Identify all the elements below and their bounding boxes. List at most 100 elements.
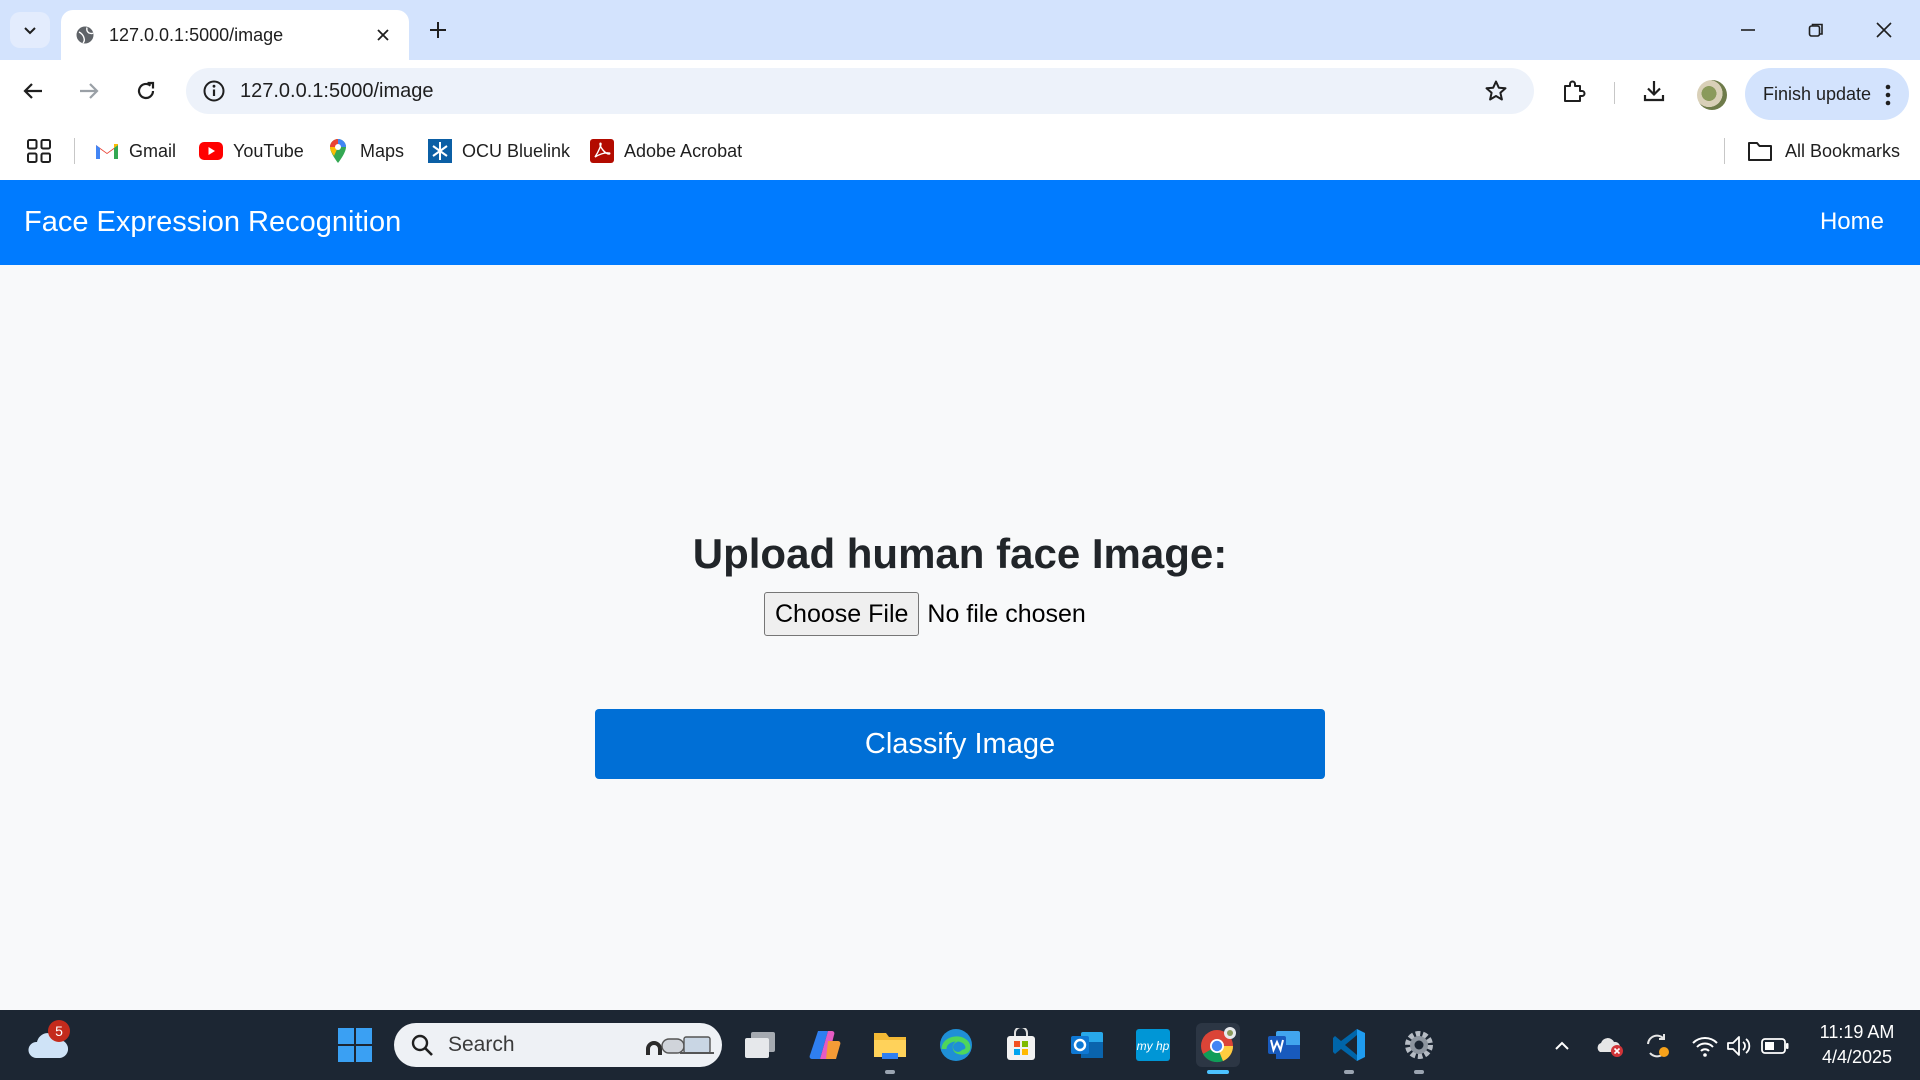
close-window-button[interactable] xyxy=(1854,10,1914,50)
battery-icon xyxy=(1761,1038,1789,1054)
close-icon xyxy=(377,29,389,41)
taskbar-myhp[interactable]: my hp xyxy=(1131,1023,1175,1067)
outlook-icon xyxy=(1071,1032,1103,1058)
url-text[interactable]: 127.0.0.1:5000/image xyxy=(240,80,1476,103)
word-icon xyxy=(1268,1031,1300,1059)
store-icon xyxy=(1007,1028,1035,1060)
bookmark-youtube[interactable]: YouTube xyxy=(199,136,304,166)
minimize-button[interactable] xyxy=(1718,10,1778,50)
volume-tray[interactable] xyxy=(1725,1032,1753,1060)
svg-text:my hp: my hp xyxy=(1137,1039,1170,1053)
forward-button[interactable] xyxy=(70,72,108,110)
classify-image-button[interactable]: Classify Image xyxy=(595,709,1325,779)
weather-badge: 5 xyxy=(48,1020,70,1042)
bookmarks-divider xyxy=(1724,138,1725,164)
file-input[interactable]: Choose File No file chosen xyxy=(764,592,1086,636)
adobe-acrobat-icon xyxy=(590,139,614,163)
taskbar-settings[interactable] xyxy=(1397,1023,1441,1074)
restore-icon xyxy=(1808,23,1823,37)
onedrive-error-icon xyxy=(1597,1038,1623,1057)
wifi-tray[interactable] xyxy=(1691,1032,1719,1060)
system-clock[interactable]: 11:19 AM 4/4/2025 xyxy=(1802,1020,1912,1070)
start-button[interactable] xyxy=(333,1023,377,1067)
taskbar-search[interactable]: Search xyxy=(394,1023,722,1067)
all-bookmarks-button[interactable]: All Bookmarks xyxy=(1747,136,1900,166)
finish-update-button[interactable]: Finish update xyxy=(1745,68,1909,120)
tab-title: 127.0.0.1:5000/image xyxy=(109,24,284,45)
ocu-bluelink-icon xyxy=(428,139,452,163)
bookmark-star-button[interactable] xyxy=(1476,71,1516,111)
restore-button[interactable] xyxy=(1786,10,1846,50)
bookmark-gmail[interactable]: Gmail xyxy=(95,136,176,166)
arrow-right-icon xyxy=(80,83,99,99)
tab-search-button[interactable] xyxy=(10,12,50,48)
myhp-icon: my hp xyxy=(1136,1029,1170,1061)
running-indicator xyxy=(1414,1070,1424,1074)
back-button[interactable] xyxy=(14,72,52,110)
puzzle-icon xyxy=(1564,80,1586,102)
chevron-down-icon xyxy=(24,27,36,35)
task-view-icon xyxy=(745,1032,775,1058)
downloads-button[interactable] xyxy=(1637,74,1671,108)
search-placeholder: Search xyxy=(448,1033,515,1056)
page-content: Face Expression Recognition Home Upload … xyxy=(0,180,1920,1010)
tab-close-button[interactable] xyxy=(371,23,395,47)
running-indicator xyxy=(1344,1070,1354,1074)
battery-tray[interactable] xyxy=(1761,1032,1789,1060)
search-icon xyxy=(411,1034,433,1056)
extensions-button[interactable] xyxy=(1557,74,1591,108)
bookmark-ocu-bluelink[interactable]: OCU Bluelink xyxy=(428,136,570,166)
chrome-icon xyxy=(1201,1027,1236,1063)
all-bookmarks-label: All Bookmarks xyxy=(1785,140,1901,161)
windows-taskbar: 5 Search my hp 11:19 AM 4/4/2025 xyxy=(0,1010,1920,1080)
bookmark-adobe-acrobat[interactable]: Adobe Acrobat xyxy=(590,136,742,166)
nav-link-home[interactable]: Home xyxy=(1820,208,1884,236)
onedrive-tray[interactable] xyxy=(1596,1032,1624,1060)
search-highlight-icon xyxy=(646,1036,714,1055)
taskbar-copilot[interactable] xyxy=(803,1023,847,1067)
profile-avatar[interactable] xyxy=(1697,80,1727,110)
tab-strip: 127.0.0.1:5000/image xyxy=(0,0,1920,60)
browser-tab[interactable]: 127.0.0.1:5000/image xyxy=(61,10,409,60)
star-icon xyxy=(1485,80,1507,101)
address-bar[interactable]: 127.0.0.1:5000/image xyxy=(186,68,1534,114)
new-tab-button[interactable] xyxy=(422,14,454,46)
toolbar-divider xyxy=(1614,82,1615,104)
apps-grid-icon[interactable] xyxy=(26,138,52,164)
bookmark-label: OCU Bluelink xyxy=(462,140,571,161)
more-vert-icon xyxy=(1885,84,1891,106)
sync-icon xyxy=(1647,1034,1669,1058)
taskbar-store[interactable] xyxy=(999,1023,1043,1067)
minimize-icon xyxy=(1741,29,1755,31)
copilot-icon xyxy=(809,1031,841,1059)
vscode-icon xyxy=(1333,1029,1365,1061)
clock-date: 4/4/2025 xyxy=(1821,1047,1893,1067)
plus-icon xyxy=(430,22,446,38)
app-navbar: Face Expression Recognition Home xyxy=(0,180,1920,265)
taskbar-vscode[interactable] xyxy=(1327,1023,1371,1074)
edge-icon xyxy=(940,1029,972,1061)
taskbar-outlook[interactable] xyxy=(1065,1023,1109,1067)
taskbar-file-explorer[interactable] xyxy=(868,1023,912,1074)
file-explorer-icon xyxy=(874,1033,906,1059)
taskbar-chrome[interactable] xyxy=(1196,1023,1240,1074)
site-info-icon[interactable] xyxy=(202,79,226,103)
taskbar-word[interactable] xyxy=(1262,1023,1306,1067)
arrow-left-icon xyxy=(23,83,42,99)
choose-file-button[interactable]: Choose File xyxy=(764,592,920,636)
close-icon xyxy=(1876,22,1892,38)
taskbar-task-view[interactable] xyxy=(738,1023,782,1067)
show-hidden-icons-button[interactable] xyxy=(1548,1032,1576,1060)
wifi-icon xyxy=(1692,1037,1718,1057)
bookmark-label: YouTube xyxy=(233,140,304,161)
youtube-icon xyxy=(199,142,223,160)
taskbar-edge[interactable] xyxy=(934,1023,978,1067)
sync-tray[interactable] xyxy=(1643,1032,1671,1060)
reload-icon xyxy=(137,81,155,100)
reload-button[interactable] xyxy=(127,72,165,110)
folder-icon xyxy=(1748,142,1772,161)
chevron-up-icon xyxy=(1555,1041,1569,1050)
bookmark-label: Adobe Acrobat xyxy=(624,140,743,161)
navbar-brand[interactable]: Face Expression Recognition xyxy=(24,206,401,239)
bookmark-maps[interactable]: Maps xyxy=(326,136,404,166)
